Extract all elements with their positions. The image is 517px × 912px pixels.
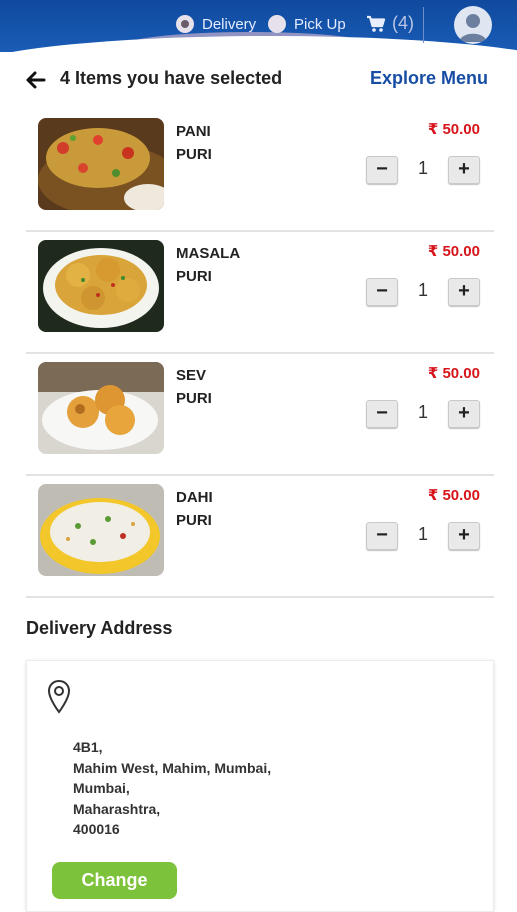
increase-qty-button[interactable]: + [448,522,480,550]
item-name-line: PURI [176,268,212,285]
item-name: SEV PURI [176,364,212,410]
pickup-radio[interactable] [268,15,286,33]
item-name-line: PANI [176,123,211,140]
item-name-line: PURI [176,512,212,529]
item-price: ₹ 50.00 [427,121,480,138]
pickup-label: Pick Up [294,15,346,33]
selection-header: 4 Items you have selected Explore Menu [0,60,517,100]
delivery-option[interactable]: Delivery [176,15,256,33]
item-name: MASALA PURI [176,242,240,288]
address-line: 4B1, [73,739,103,755]
quantity-stepper: − 1 + [366,156,480,184]
user-icon [459,14,487,42]
item-price: ₹ 50.00 [427,365,480,382]
quantity-value: 1 [417,158,428,178]
item-name-line: DAHI [176,489,213,506]
address-line: Maharashtra, [73,800,161,817]
back-arrow-icon[interactable] [24,70,46,90]
cart-count: (4) [392,13,414,33]
cart-item: DAHI PURI ₹ 50.00 − 1 + [26,476,494,598]
header-divider [423,7,424,43]
change-address-button[interactable]: Change [52,862,177,899]
address-card: 4B1, Mahim West, Mahim, Mumbai, Mumbai, … [26,660,494,912]
pani-puri-image [38,118,164,210]
increase-qty-button[interactable]: + [448,400,480,428]
increase-qty-button[interactable]: + [448,156,480,184]
item-name: PANI PURI [176,120,212,166]
address-line: 400016 [73,821,120,837]
cart-item: PANI PURI ₹ 50.00 − 1 + [26,110,494,232]
item-name-line: PURI [176,146,212,163]
top-app-bar: Delivery Pick Up (4) [0,0,517,52]
item-name-line: MASALA [176,245,241,262]
address-line: Mumbai, [73,780,130,796]
cart-icon [367,15,386,32]
decrease-qty-button[interactable]: − [366,278,398,306]
item-name: DAHI PURI [176,486,213,532]
item-name-line: SEV [176,367,207,384]
page-title: 4 Items you have selected [60,68,283,88]
item-price: ₹ 50.00 [427,487,480,504]
decrease-qty-button[interactable]: − [366,156,398,184]
delivery-address-heading: Delivery Address [26,618,173,638]
increase-qty-button[interactable]: + [448,278,480,306]
cart-item: SEV PURI ₹ 50.00 − 1 + [26,354,494,476]
cart-item: MASALA PURI ₹ 50.00 − 1 + [26,232,494,354]
decrease-qty-button[interactable]: − [366,400,398,428]
address-line: Mahim West, Mahim, Mumbai, [73,759,272,776]
user-avatar[interactable] [454,6,492,44]
sev-puri-image [38,362,164,454]
quantity-stepper: − 1 + [366,522,480,550]
quantity-stepper: − 1 + [366,278,480,306]
quantity-value: 1 [417,280,428,300]
quantity-value: 1 [417,402,428,422]
item-price: ₹ 50.00 [427,243,480,260]
delivery-label: Delivery [202,15,257,33]
header-wave [0,36,517,52]
dahi-puri-image [38,484,164,576]
explore-menu-link[interactable]: Explore Menu [370,68,488,89]
location-pin-icon [47,679,71,714]
pickup-option[interactable]: Pick Up [268,15,346,33]
quantity-value: 1 [417,524,428,544]
delivery-radio[interactable] [176,15,194,33]
item-name-line: PURI [176,390,212,407]
address-text: 4B1, Mahim West, Mahim, Mumbai, Mumbai, … [73,737,271,840]
masala-puri-image [38,240,164,332]
cart-button[interactable]: (4) [366,13,414,34]
decrease-qty-button[interactable]: − [366,522,398,550]
quantity-stepper: − 1 + [366,400,480,428]
